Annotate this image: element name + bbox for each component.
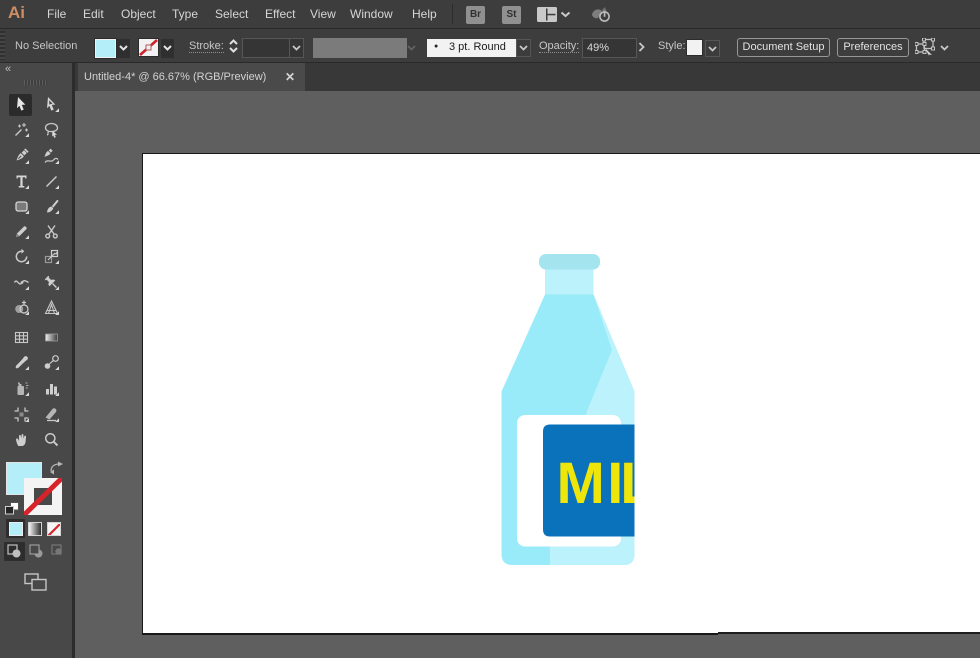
- svg-text:MILK: MILK: [557, 451, 699, 516]
